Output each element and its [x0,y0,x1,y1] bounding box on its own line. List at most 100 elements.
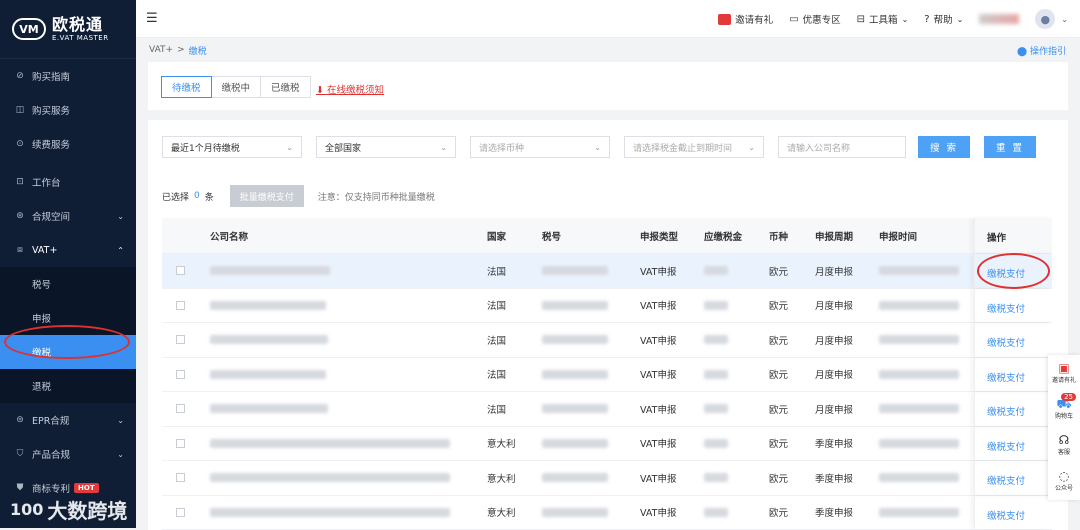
chevron-up-icon: ⌃ [117,246,124,255]
cell-currency: 欧元 [769,264,788,278]
amount-blurred [704,370,728,379]
sidebar-subitem-refund[interactable]: 退税 [0,369,136,403]
toolbox-menu[interactable]: ⊟工具箱⌄ [857,12,909,26]
sidebar-item-guide[interactable]: ⊘购买指南 [0,59,136,93]
float-service[interactable]: ☊客服 [1048,427,1080,463]
currency-select[interactable]: 请选择币种⌄ [470,136,610,158]
pay-tax-link[interactable]: 缴税支付 [987,473,1025,487]
user-guide-icon: ⬤ [1017,47,1030,57]
menu-toggle-icon[interactable]: ☰ [146,11,158,26]
float-wechat[interactable]: ◌公众号 [1048,463,1080,499]
sidebar-item-dashboard[interactable]: ⊡工作台 [0,165,136,199]
sidebar-item-product[interactable]: ⛉产品合规⌄ [0,437,136,471]
sidebar-item-label: 购买服务 [32,103,70,117]
col-taxno: 税号 [542,229,561,243]
cell-period: 月度申报 [815,367,853,381]
company-name-blurred [210,370,326,379]
notice-link[interactable]: ⬇ 在线缴税须知 [316,82,384,96]
float-invite[interactable]: ▣邀请有礼 [1048,355,1080,391]
chevron-down-icon[interactable]: ⌄ [1061,15,1068,24]
amount-blurred [704,266,728,275]
search-button[interactable]: 搜 索 [918,136,970,158]
selected-unit: 条 [205,190,214,203]
top-bar: ☰ 邀请有礼 ▭优惠专区 ⊟工具箱⌄ ?帮助⌄ ● ⌄ [136,0,1080,38]
cell-country: 法国 [487,298,506,312]
compass-icon: ⊘ [14,71,26,81]
sidebar-subitem-taxpay[interactable]: 缴税 [0,335,136,369]
sidebar-item-compliance[interactable]: ⊛合规空间⌄ [0,199,136,233]
table-header: 公司名称 国家 税号 申报类型 应缴税金 币种 申报周期 申报时间 操作 [162,218,1052,254]
row-checkbox[interactable] [176,266,185,275]
company-input[interactable]: 请输入公司名称 [778,136,906,158]
chevron-down-icon: ⌄ [117,450,124,459]
cell-currency: 欧元 [769,436,788,450]
col-action: 操作 [987,230,1006,244]
company-name-blurred [210,266,330,275]
offers-link[interactable]: ▭优惠专区 [789,12,840,26]
chevron-down-icon: ⌄ [957,15,964,24]
company-name-blurred [210,301,326,310]
time-blurred [879,266,959,275]
pay-tax-link[interactable]: 缴税支付 [987,439,1025,453]
float-wechat-label: 公众号 [1055,483,1073,492]
sidebar-subitem-taxnumber[interactable]: 税号 [0,267,136,301]
pay-tax-link[interactable]: 缴税支付 [987,404,1025,418]
reset-button[interactable]: 重 置 [984,136,1036,158]
sidebar-item-buy[interactable]: ◫购买服务 [0,93,136,127]
table-row: 意大利VAT申报欧元季度申报缴税支付 [162,461,1052,496]
sidebar-item-renew[interactable]: ⊙续费服务 [0,127,136,161]
pay-tax-link[interactable]: 缴税支付 [987,508,1025,522]
row-checkbox[interactable] [176,439,185,448]
deadline-placeholder: 请选择税金截止到期时间 [633,141,732,154]
cell-period: 月度申报 [815,298,853,312]
pay-tax-link[interactable]: 缴税支付 [987,301,1025,315]
selected-count: 0 [194,191,200,201]
download-icon: ⬇ [316,85,327,96]
help-menu[interactable]: ?帮助⌄ [924,12,963,26]
epr-icon: ⊜ [14,415,26,425]
col-type: 申报类型 [640,229,678,243]
chevron-down-icon: ⌄ [748,143,755,152]
sidebar-item-epr[interactable]: ⊜EPR合规⌄ [0,403,136,437]
chevron-down-icon: ⌄ [594,143,601,152]
row-checkbox[interactable] [176,508,185,517]
deadline-select[interactable]: 请选择税金截止到期时间 ⌄ [624,136,764,158]
invite-link[interactable]: 邀请有礼 [718,12,773,26]
cell-period: 季度申报 [815,505,853,519]
watermark: 100大数跨境 [10,495,127,524]
breadcrumb-parent[interactable]: VAT+ [149,45,173,55]
col-country: 国家 [487,229,506,243]
country-select[interactable]: 全部国家⌄ [316,136,456,158]
brand-logo[interactable]: VM 欧税通 E.VAT MASTER [0,0,136,58]
row-checkbox[interactable] [176,301,185,310]
sidebar-item-vat[interactable]: ⧈VAT+⌃ [0,233,136,267]
sidebar-item-label: VAT+ [32,245,57,256]
pay-tax-link[interactable]: 缴税支付 [987,370,1025,384]
amount-blurred [704,335,728,344]
sidebar-subitem-filing[interactable]: 申报 [0,301,136,335]
row-checkbox[interactable] [176,370,185,379]
row-checkbox[interactable] [176,404,185,413]
sidebar-item-label: 商标专利 [32,481,70,495]
tab-paid[interactable]: 已缴税 [260,76,311,98]
pay-tax-link[interactable]: 缴税支付 [987,335,1025,349]
float-cart[interactable]: 25⛟购物车 [1048,391,1080,427]
row-checkbox[interactable] [176,335,185,344]
pay-tax-link[interactable]: 缴税支付 [987,266,1025,280]
tab-pending[interactable]: 待缴税 [161,76,212,98]
col-amount: 应缴税金 [704,229,742,243]
avatar[interactable]: ● [1035,9,1055,29]
col-company: 公司名称 [210,229,248,243]
brand-name-en: E.VAT MASTER [52,34,109,42]
cell-period: 月度申报 [815,333,853,347]
headset-icon: ☊ [1059,434,1070,447]
cell-country: 法国 [487,402,506,416]
user-name-blurred[interactable] [979,14,1019,24]
period-select[interactable]: 最近1个月待缴税⌄ [162,136,302,158]
row-checkbox[interactable] [176,473,185,482]
table-row: 法国VAT申报欧元月度申报缴税支付 [162,358,1052,393]
batch-pay-button[interactable]: 批量缴税支付 [230,185,304,207]
guide-link[interactable]: ⬤ 操作指引 [1017,44,1066,57]
tab-in-progress[interactable]: 缴税中 [211,76,262,98]
selection-bar: 已选择 0 条 批量缴税支付 注意：仅支持同币种批量缴税 [162,185,435,207]
